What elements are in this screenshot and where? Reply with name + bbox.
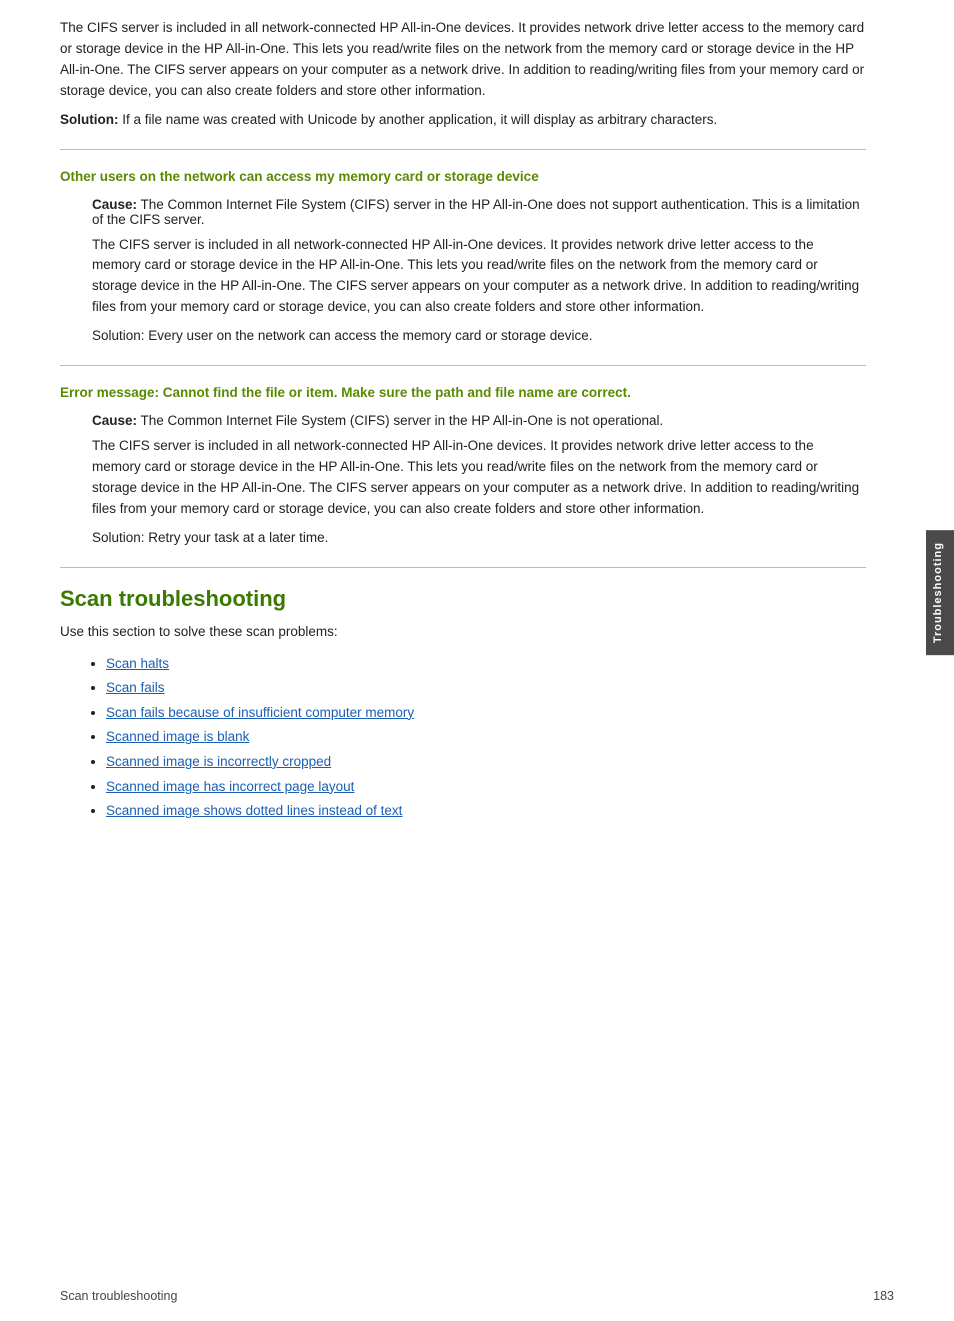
list-item: Scanned image has incorrect page layout [106,776,866,798]
scan-section-heading: Scan troubleshooting [60,586,866,612]
scan-link-fails-memory[interactable]: Scan fails because of insufficient compu… [106,705,414,720]
section3-block: Error message: Cannot find the file or i… [60,384,866,549]
scan-link-layout[interactable]: Scanned image has incorrect page layout [106,779,354,794]
section3-heading: Error message: Cannot find the file or i… [60,384,866,403]
section3-solution-label: Solution: [92,530,145,545]
scan-link-dotted[interactable]: Scanned image shows dotted lines instead… [106,803,402,818]
list-item: Scanned image shows dotted lines instead… [106,800,866,822]
troubleshooting-side-tab: Troubleshooting [926,530,954,655]
scan-link-list: Scan halts Scan fails Scan fails because… [106,653,866,822]
section2-solution-text: Every user on the network can access the… [145,328,593,343]
top-solution: Solution: If a file name was created wit… [60,110,866,131]
section2-body: The CIFS server is included in all netwo… [92,235,866,319]
top-section: The CIFS server is included in all netwo… [60,18,866,131]
footer-page-number: 183 [873,1289,894,1303]
section3-solution: Solution: Retry your task at a later tim… [92,528,866,549]
scan-intro: Use this section to solve these scan pro… [60,622,866,643]
section3-cause-label: Cause: [92,413,137,428]
scan-link-blank[interactable]: Scanned image is blank [106,729,249,744]
section3-cause-text: The Common Internet File System (CIFS) s… [137,413,663,428]
scan-link-cropped[interactable]: Scanned image is incorrectly cropped [106,754,331,769]
list-item: Scan halts [106,653,866,675]
scan-link-halts[interactable]: Scan halts [106,656,169,671]
section2-cause-label: Cause: [92,197,137,212]
section2-solution: Solution: Every user on the network can … [92,326,866,347]
footer: Scan troubleshooting 183 [0,1289,954,1303]
section2-heading: Other users on the network can access my… [60,168,866,187]
list-item: Scan fails [106,677,866,699]
section3-body: The CIFS server is included in all netwo… [92,436,866,520]
divider-2 [60,365,866,366]
section2-block: Other users on the network can access my… [60,168,866,348]
section3-solution-text: Retry your task at a later time. [145,530,329,545]
divider-1 [60,149,866,150]
top-solution-text: If a file name was created with Unicode … [118,112,717,127]
scan-section: Scan troubleshooting Use this section to… [60,586,866,822]
section2-cause-text: The Common Internet File System (CIFS) s… [92,197,860,227]
section3-cause: Cause: The Common Internet File System (… [92,413,866,428]
list-item: Scanned image is incorrectly cropped [106,751,866,773]
list-item: Scanned image is blank [106,726,866,748]
top-solution-label: Solution: [60,112,118,127]
list-item: Scan fails because of insufficient compu… [106,702,866,724]
divider-3 [60,567,866,568]
footer-title: Scan troubleshooting [60,1289,177,1303]
scan-link-fails[interactable]: Scan fails [106,680,165,695]
section2-cause: Cause: The Common Internet File System (… [92,197,866,227]
top-body-text: The CIFS server is included in all netwo… [60,18,866,102]
section2-solution-label: Solution: [92,328,145,343]
